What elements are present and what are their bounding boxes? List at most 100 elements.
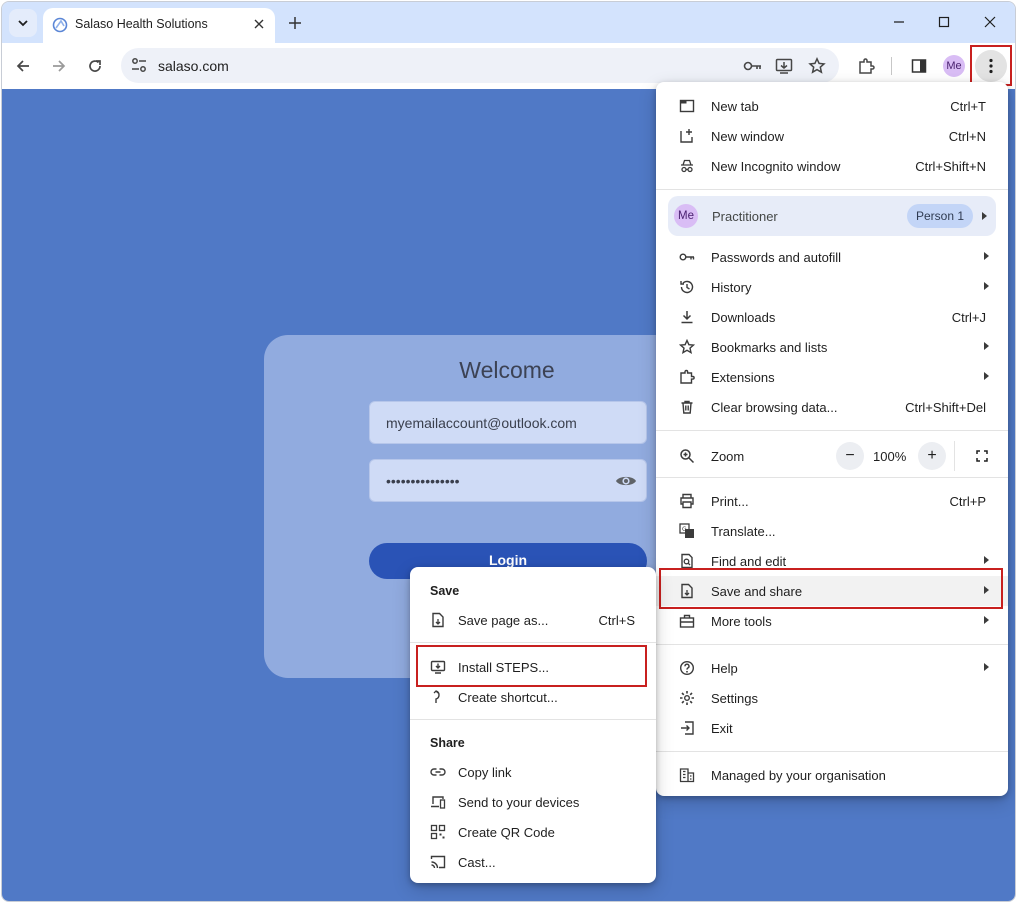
tab-active[interactable]: Salaso Health Solutions — [43, 8, 275, 43]
qr-code-label: Create QR Code — [458, 825, 555, 840]
email-field[interactable]: myemailaccount@outlook.com — [369, 401, 647, 444]
minimize-button[interactable] — [876, 2, 922, 42]
tab-title: Salaso Health Solutions — [75, 17, 208, 31]
menu-item-help[interactable]: Help — [656, 653, 1008, 683]
chevron-right-icon — [984, 616, 989, 624]
submenu-item-install[interactable]: Install STEPS... — [410, 652, 656, 682]
reload-button[interactable] — [83, 54, 107, 78]
passwords-label: Passwords and autofill — [711, 250, 842, 265]
puzzle-icon — [680, 369, 695, 384]
qr-code-icon — [430, 824, 446, 840]
new-tab-button[interactable] — [283, 11, 307, 35]
extensions-label: Extensions — [711, 370, 775, 385]
menu-item-translate[interactable]: G Translate... — [656, 516, 1008, 546]
menu-item-clear-data[interactable]: Clear browsing data... Ctrl+Shift+Del — [656, 392, 1008, 422]
eye-icon[interactable] — [615, 472, 637, 490]
menu-item-settings[interactable]: Settings — [656, 683, 1008, 713]
menu-item-history[interactable]: History — [656, 272, 1008, 302]
save-heading: Save — [430, 584, 460, 598]
install-label: Install STEPS... — [458, 660, 550, 675]
zoom-in-button[interactable]: + — [918, 442, 946, 470]
fullscreen-button[interactable] — [968, 442, 996, 470]
new-window-label: New window — [711, 129, 784, 144]
history-label: History — [711, 280, 752, 295]
more-vertical-icon — [989, 58, 993, 74]
zoom-separator — [954, 441, 955, 471]
more-tools-label: More tools — [711, 614, 772, 629]
submenu-item-send-devices[interactable]: Send to your devices — [410, 787, 656, 817]
chevron-right-icon — [984, 252, 989, 260]
extensions-button[interactable] — [854, 54, 878, 78]
submenu-item-save-page[interactable]: Save page as... Ctrl+S — [410, 605, 656, 635]
arrow-left-icon — [16, 60, 29, 72]
chevron-right-icon — [984, 342, 989, 350]
chevron-right-icon — [984, 586, 989, 594]
bookmark-star-button[interactable] — [805, 54, 829, 78]
send-devices-label: Send to your devices — [458, 795, 580, 810]
password-field[interactable]: ••••••••••••••• — [369, 459, 647, 502]
install-app-button[interactable] — [772, 54, 796, 78]
forward-button[interactable] — [47, 54, 71, 78]
browser-main-menu: New tab Ctrl+T New window Ctrl+N New Inc… — [656, 82, 1008, 796]
tab-close-button[interactable] — [249, 14, 269, 34]
menu-divider — [656, 189, 1008, 190]
password-key-button[interactable] — [741, 54, 765, 78]
menu-item-exit[interactable]: Exit — [656, 713, 1008, 743]
profile-badge: Person 1 — [907, 204, 974, 228]
address-bar[interactable]: salaso.com — [121, 48, 839, 83]
menu-item-profile[interactable]: Me Practitioner Person 1 — [668, 196, 996, 236]
menu-item-bookmarks[interactable]: Bookmarks and lists — [656, 332, 1008, 362]
create-shortcut-label: Create shortcut... — [458, 690, 558, 705]
menu-item-more-tools[interactable]: More tools — [656, 606, 1008, 636]
zoom-icon — [680, 449, 695, 464]
fullscreen-icon — [976, 450, 988, 462]
submenu-item-cast[interactable]: Cast... — [410, 847, 656, 877]
save-share-submenu: Save Save page as... Ctrl+S Install STEP… — [410, 567, 656, 883]
chevron-right-icon — [984, 282, 989, 290]
url-text: salaso.com — [158, 58, 229, 74]
close-icon — [984, 16, 996, 28]
downloads-label: Downloads — [711, 310, 776, 325]
save-page-icon — [681, 583, 693, 599]
clear-data-shortcut: Ctrl+Shift+Del — [905, 400, 986, 415]
window-close-button[interactable] — [967, 2, 1013, 42]
browser-menu-button[interactable] — [975, 50, 1007, 82]
menu-item-new-incognito[interactable]: New Incognito window Ctrl+Shift+N — [656, 151, 1008, 181]
save-share-label: Save and share — [711, 584, 803, 599]
menu-item-downloads[interactable]: Downloads Ctrl+J — [656, 302, 1008, 332]
download-icon — [681, 311, 693, 324]
downloads-shortcut: Ctrl+J — [951, 310, 986, 325]
tab-search-button[interactable] — [9, 9, 37, 37]
print-shortcut: Ctrl+P — [949, 494, 986, 509]
submenu-item-copy-link[interactable]: Copy link — [410, 757, 656, 787]
menu-item-managed[interactable]: Managed by your organisation — [656, 760, 1008, 790]
menu-item-find-edit[interactable]: Find and edit — [656, 546, 1008, 576]
svg-text:G: G — [682, 526, 687, 533]
maximize-button[interactable] — [921, 2, 967, 42]
menu-item-new-tab[interactable]: New tab Ctrl+T — [656, 91, 1008, 121]
reload-icon — [89, 60, 101, 72]
menu-divider — [656, 430, 1008, 431]
profile-avatar-button[interactable]: Me — [943, 55, 965, 77]
menu-item-extensions[interactable]: Extensions — [656, 362, 1008, 392]
submenu-item-create-shortcut[interactable]: Create shortcut... — [410, 682, 656, 712]
new-incognito-shortcut: Ctrl+Shift+N — [915, 159, 986, 174]
menu-item-print[interactable]: Print... Ctrl+P — [656, 486, 1008, 516]
zoom-out-button[interactable]: − — [836, 442, 864, 470]
menu-item-save-share[interactable]: Save and share — [656, 576, 1008, 606]
new-window-shortcut: Ctrl+N — [948, 129, 986, 144]
profile-name: Practitioner — [712, 209, 778, 224]
site-info-icon[interactable] — [130, 56, 148, 74]
cast-icon — [430, 855, 446, 869]
cast-label: Cast... — [458, 855, 496, 870]
menu-item-passwords[interactable]: Passwords and autofill — [656, 242, 1008, 272]
menu-item-new-window[interactable]: New window Ctrl+N — [656, 121, 1008, 151]
submenu-item-qr-code[interactable]: Create QR Code — [410, 817, 656, 847]
exit-label: Exit — [711, 721, 733, 736]
key-icon — [679, 253, 695, 261]
help-label: Help — [711, 661, 738, 676]
new-incognito-label: New Incognito window — [711, 159, 841, 174]
back-button[interactable] — [11, 54, 35, 78]
side-panel-button[interactable] — [907, 54, 931, 78]
puzzle-icon — [859, 58, 875, 74]
